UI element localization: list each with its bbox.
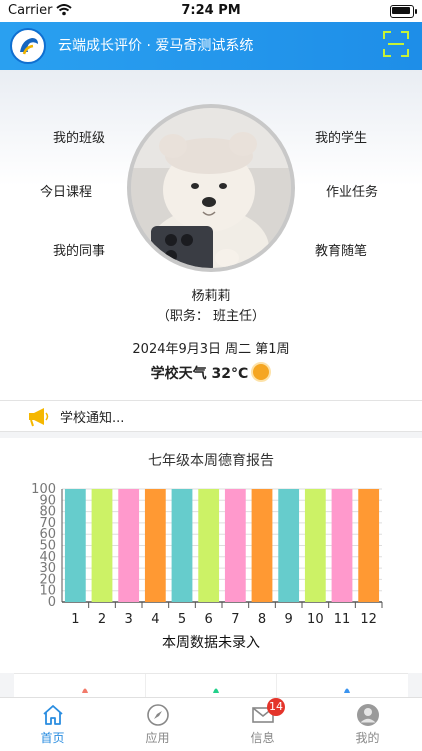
x-tick-label: 8 xyxy=(258,612,266,627)
school-weather: 学校天气 32°C xyxy=(0,362,422,384)
tab-bar: 首页 应用 14 信息 我的 xyxy=(0,697,422,751)
megaphone-icon xyxy=(29,408,49,427)
app-title: 云端成长评价 · 爱马奇测试系统 xyxy=(58,38,254,54)
weather-label: 学校天气 32°C xyxy=(150,366,249,382)
y-tick-label: 100 xyxy=(31,482,56,497)
battery-icon xyxy=(390,5,417,18)
blue-dot-icon xyxy=(344,688,350,693)
menu-today-courses[interactable]: 今日课程 xyxy=(40,181,92,200)
x-tick-label: 1 xyxy=(71,612,79,627)
user-icon xyxy=(357,704,379,726)
clock: 7:24 PM xyxy=(181,3,241,18)
green-dot-icon xyxy=(213,688,219,693)
x-tick-label: 7 xyxy=(231,612,239,627)
tab-home[interactable]: 首页 xyxy=(0,698,105,751)
menu-my-colleagues[interactable]: 我的同事 xyxy=(53,240,105,259)
home-icon xyxy=(43,705,63,725)
bar xyxy=(118,489,140,602)
app-logo xyxy=(10,28,46,64)
menu-my-students[interactable]: 我的学生 xyxy=(315,127,367,146)
tab-home-label: 首页 xyxy=(40,731,65,745)
bar xyxy=(198,489,220,602)
tab-profile-label: 我的 xyxy=(355,731,380,745)
bar xyxy=(144,489,166,602)
bar xyxy=(171,489,193,602)
date-line: 2024年9月3日 周二 第1周 xyxy=(132,342,290,357)
tab-messages-label: 信息 xyxy=(250,731,275,745)
x-tick-label: 12 xyxy=(360,612,377,627)
bar xyxy=(91,489,113,602)
x-tick-label: 2 xyxy=(98,612,106,627)
tab-apps[interactable]: 应用 xyxy=(105,698,210,751)
shortcut-cards-strip xyxy=(14,673,408,698)
menu-education-notes[interactable]: 教育随笔 xyxy=(315,240,367,259)
tab-apps-label: 应用 xyxy=(145,731,170,745)
bar xyxy=(64,489,86,602)
bar xyxy=(278,489,300,602)
moral-report-panel: 七年级本周德育报告 0 10 20 30 40 50 60 70 80 90 100 1 2 3 4 5 6 7 8… xyxy=(0,438,422,673)
message-count-badge: 14 xyxy=(267,698,285,716)
app-header: 云端成长评价 · 爱马奇测试系统 xyxy=(0,22,422,70)
compass-icon xyxy=(147,704,169,726)
x-tick-label: 11 xyxy=(334,612,351,627)
tab-profile[interactable]: 我的 xyxy=(315,698,420,751)
bar xyxy=(224,489,246,602)
red-dot-icon xyxy=(82,688,88,693)
bar xyxy=(251,489,273,602)
notice-text: 学校通知... xyxy=(60,411,125,426)
menu-my-class[interactable]: 我的班级 xyxy=(53,127,105,146)
teacher-role: （职务： 班主任） xyxy=(156,309,266,324)
sun-icon xyxy=(251,362,272,382)
tab-messages[interactable]: 14 信息 xyxy=(210,698,315,751)
x-tick-label: 3 xyxy=(125,612,133,627)
x-tick-label: 4 xyxy=(151,612,159,627)
avatar[interactable] xyxy=(127,104,295,272)
scan-icon[interactable] xyxy=(382,30,410,58)
x-tick-label: 6 xyxy=(205,612,213,627)
bar xyxy=(304,489,326,602)
menu-homework-tasks[interactable]: 作业任务 xyxy=(326,181,378,200)
x-tick-label: 5 xyxy=(178,612,186,627)
bar xyxy=(331,489,353,602)
x-tick-label: 9 xyxy=(285,612,293,627)
status-bar: Carrier 7:24 PM xyxy=(0,0,422,22)
notice-bar[interactable]: 学校通知... xyxy=(0,400,422,432)
bar xyxy=(358,489,380,602)
report-title: 七年级本周德育报告 xyxy=(148,453,274,469)
chart-caption: 本周数据未录入 xyxy=(162,635,260,651)
teacher-name: 杨莉莉 xyxy=(191,289,231,304)
x-tick-label: 10 xyxy=(307,612,324,627)
